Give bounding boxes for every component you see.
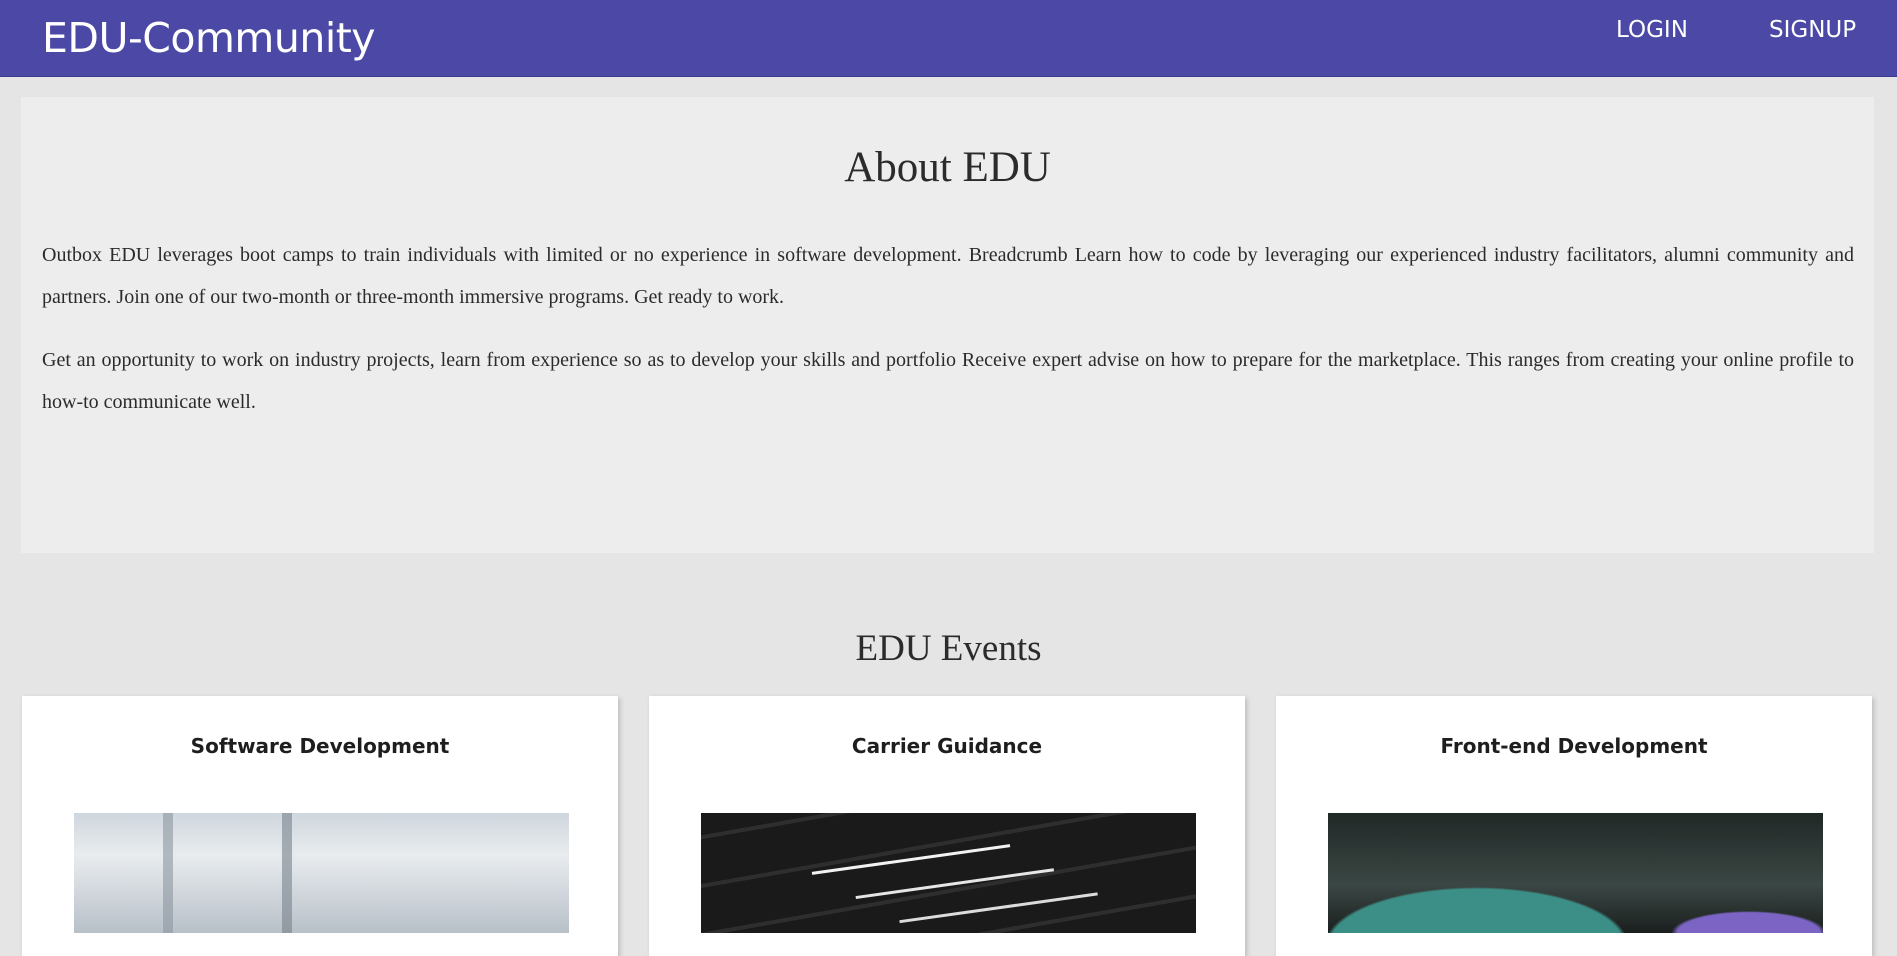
about-title: About EDU <box>844 144 1051 191</box>
event-card-front-end-development[interactable]: Front-end Development <box>1276 696 1872 956</box>
event-card-title: Front-end Development <box>1440 734 1708 758</box>
brand-logo-link[interactable]: EDU-Community <box>42 12 376 64</box>
top-navbar: EDU-Community LOGIN SIGNUP <box>0 0 1897 77</box>
event-card-image <box>74 813 569 933</box>
about-paragraph-1: Outbox EDU leverages boot camps to train… <box>42 244 1854 308</box>
about-paragraph-2: Get an opportunity to work on industry p… <box>42 349 1854 413</box>
about-section: About EDU Outbox EDU leverages boot camp… <box>21 97 1874 553</box>
event-card-carrier-guidance[interactable]: Carrier Guidance <box>649 696 1245 956</box>
login-link[interactable]: LOGIN <box>1616 16 1688 44</box>
signup-link[interactable]: SIGNUP <box>1769 16 1856 44</box>
event-card-title: Software Development <box>190 734 450 758</box>
events-title: EDU Events <box>855 628 1042 669</box>
event-card-software-development[interactable]: Software Development <box>22 696 618 956</box>
event-card-image <box>1328 813 1823 933</box>
event-card-image <box>701 813 1196 933</box>
event-card-title: Carrier Guidance <box>851 734 1043 758</box>
